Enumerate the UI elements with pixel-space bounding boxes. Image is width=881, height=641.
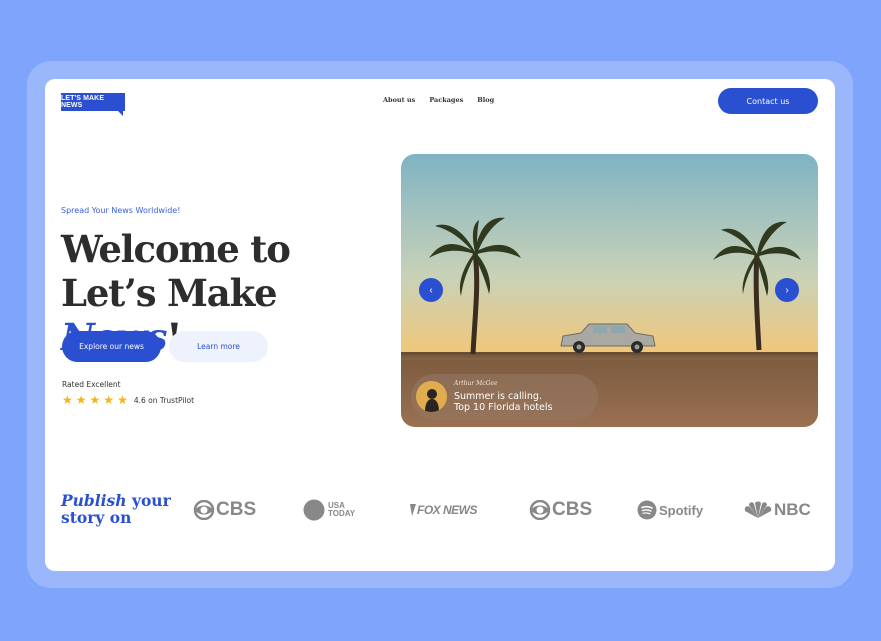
- chevron-right-icon: ›: [785, 284, 789, 296]
- nbc-peacock-icon: [744, 501, 772, 518]
- star-icon: ★: [117, 393, 128, 407]
- brand-name-line2: TODAY: [328, 509, 356, 518]
- contact-button[interactable]: Contact us: [718, 88, 818, 114]
- rated-label: Rated Excellent: [62, 380, 121, 389]
- rating-text: 4.6 on TrustPilot: [133, 395, 195, 405]
- author-avatar: [416, 381, 447, 412]
- brand-logo-strip: CBS USA TODAY FOX NEWS CBS Spotify NBC: [193, 498, 818, 522]
- publish-line2: story on: [61, 508, 132, 527]
- brand-name: FOX NEWS: [417, 503, 478, 517]
- headline-line2-prefix: Let’s Make: [61, 271, 278, 315]
- chevron-left-icon: ‹: [429, 284, 433, 296]
- caption-text: Summer is calling. Top 10 Florida hotels: [454, 391, 552, 413]
- learn-more-button[interactable]: Learn more: [169, 331, 268, 362]
- fox-news-icon: [410, 504, 416, 516]
- brand-cbs: CBS: [529, 498, 592, 522]
- caption-line1: Summer is calling.: [454, 391, 542, 402]
- brand-nbc: NBC: [743, 498, 811, 522]
- hero-tagline: Spread Your News Worldwide!: [61, 206, 181, 215]
- star-icon: ★: [89, 393, 101, 407]
- headline-line1: Welcome to: [61, 227, 291, 271]
- brand-name: CBS: [216, 499, 257, 520]
- explore-news-button[interactable]: Explore our news: [62, 331, 161, 362]
- nav-link-about[interactable]: About us: [383, 96, 415, 104]
- logo[interactable]: LET'S MAKE NEWS: [61, 93, 125, 116]
- usa-today-dot-icon: [303, 499, 325, 521]
- star-icon: ★: [75, 393, 87, 407]
- cbs-eye-icon: [529, 500, 551, 520]
- rating-row: ★ ★ ★ ★ ★ 4.6 on TrustPilot: [62, 394, 194, 406]
- main-nav: About us Packages Blog: [383, 96, 494, 104]
- logo-text: LET'S MAKE NEWS: [61, 95, 105, 109]
- brand-usa-today: USA TODAY: [303, 498, 355, 522]
- spotify-icon: [637, 500, 657, 520]
- brand-name: CBS: [552, 499, 593, 520]
- brand-fox-news: FOX NEWS: [409, 498, 478, 522]
- star-icon: ★: [62, 393, 73, 407]
- publish-rest: your: [131, 491, 171, 510]
- author-name: Arthur McGee: [454, 380, 498, 387]
- slider-prev-button[interactable]: ‹: [419, 278, 443, 302]
- hero-image-slider[interactable]: ‹ › Arthur McGee Summer is calling. Top …: [401, 154, 818, 427]
- brand-name: USA TODAY: [328, 502, 355, 518]
- star-icon: ★: [103, 393, 115, 407]
- brand-spotify: Spotify: [637, 498, 703, 522]
- nav-link-packages[interactable]: Packages: [429, 96, 463, 104]
- brand-name: Spotify: [659, 502, 704, 518]
- slide-caption[interactable]: Arthur McGee Summer is calling. Top 10 F…: [411, 374, 598, 420]
- cbs-eye-icon: [193, 500, 215, 520]
- caption-line2: Top 10 Florida hotels: [454, 402, 553, 413]
- brand-name: NBC: [774, 500, 811, 519]
- landing-page-card: LET'S MAKE NEWS About us Packages Blog C…: [45, 79, 835, 571]
- nav-link-blog[interactable]: Blog: [477, 96, 494, 104]
- slider-next-button[interactable]: ›: [775, 278, 799, 302]
- publish-heading: Publish your story on: [61, 492, 171, 526]
- brand-cbs: CBS: [193, 498, 256, 522]
